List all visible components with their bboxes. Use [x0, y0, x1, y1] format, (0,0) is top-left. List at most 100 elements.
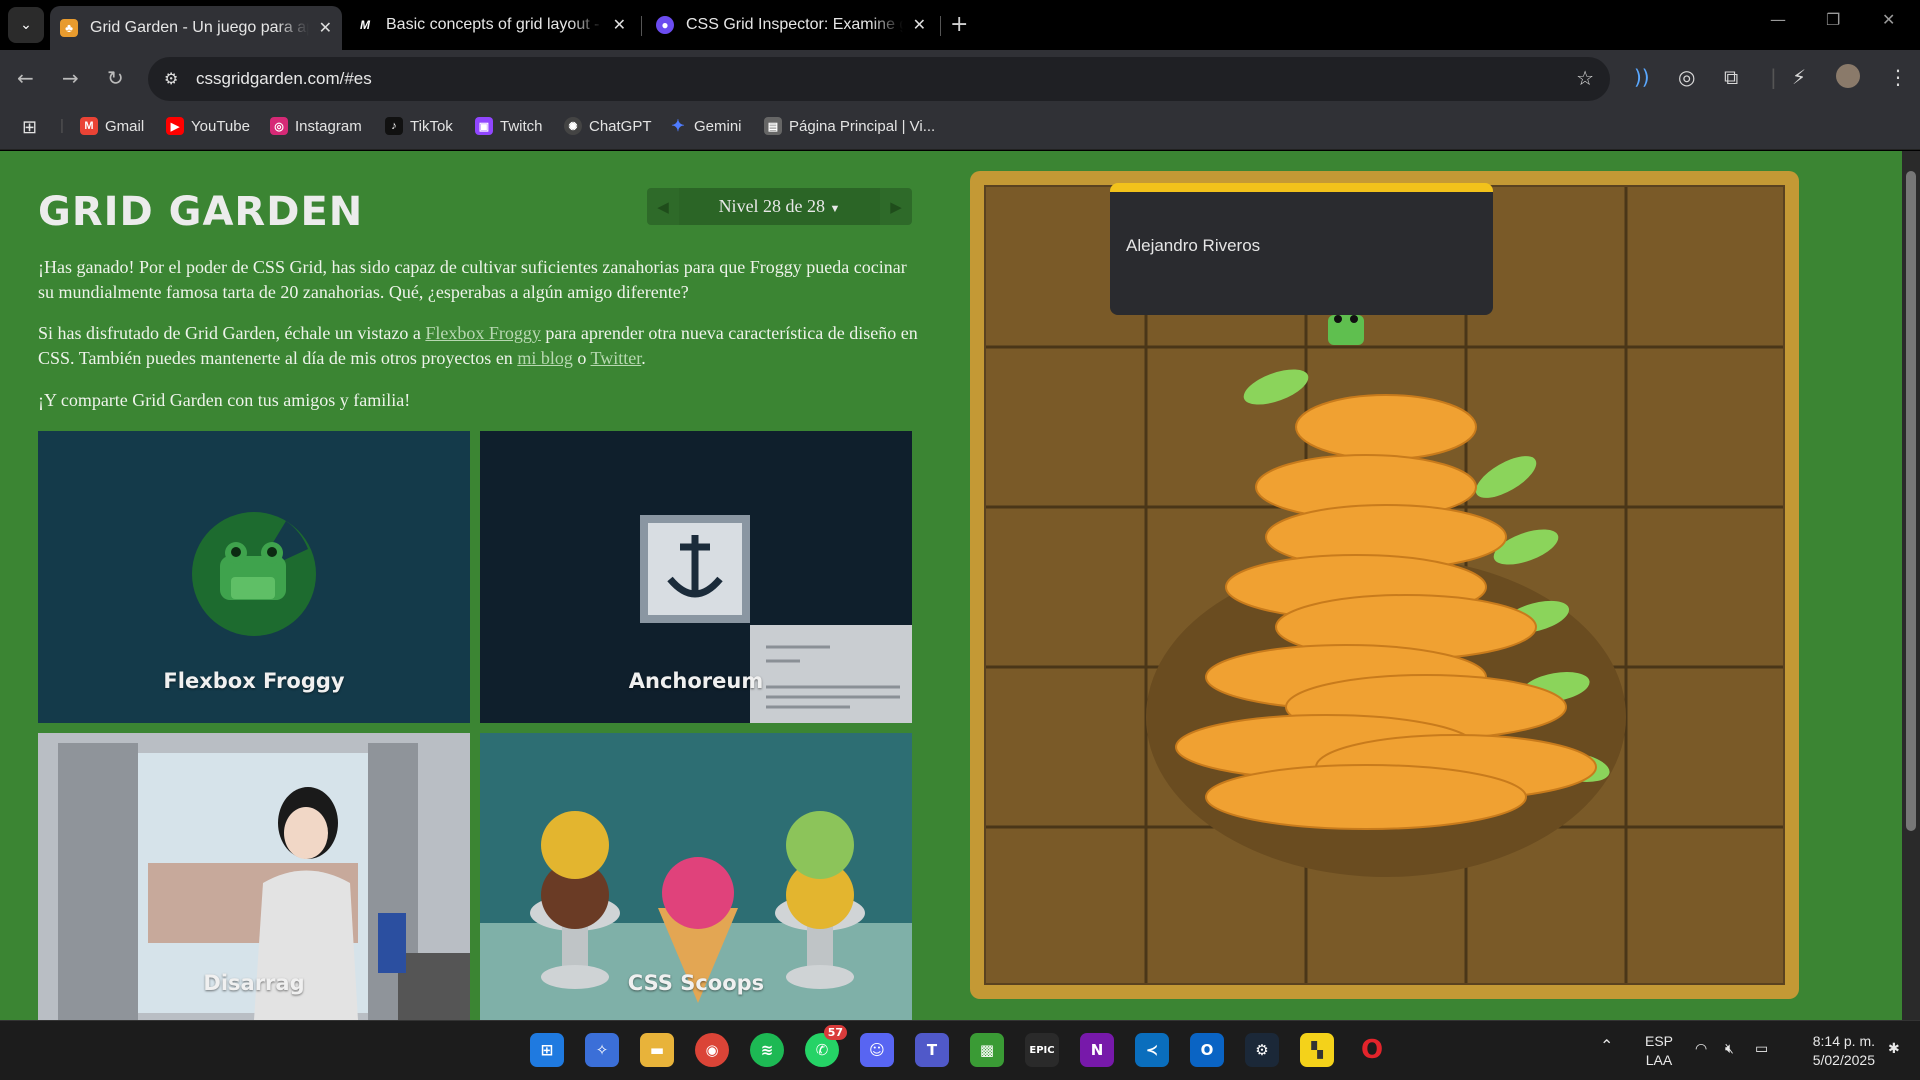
- bookmark-gmail[interactable]: M Gmail: [80, 117, 144, 135]
- profile-popup: Alejandro Riveros: [1110, 183, 1493, 315]
- close-window-button[interactable]: ✕: [1882, 10, 1895, 29]
- tiktok-icon: ♪: [385, 117, 403, 135]
- copilot-icon[interactable]: ✧: [585, 1033, 619, 1067]
- bookmark-twitch[interactable]: ▣ Twitch: [475, 117, 543, 135]
- notifications-icon[interactable]: ✱: [1888, 1039, 1900, 1058]
- minimize-button[interactable]: —: [1770, 10, 1786, 29]
- file-explorer-icon[interactable]: ▬: [640, 1033, 674, 1067]
- epic-games-icon[interactable]: EPIC: [1025, 1033, 1059, 1067]
- promo-paragraph: Si has disfrutado de Grid Garden, échale…: [38, 323, 918, 368]
- teams-icon[interactable]: T: [915, 1033, 949, 1067]
- clock[interactable]: 8:14 p. m. 5/02/2025: [1795, 1032, 1875, 1070]
- minecraft-icon[interactable]: ▩: [970, 1033, 1004, 1067]
- bookmark-instagram[interactable]: ◎ Instagram: [270, 117, 362, 135]
- opera-icon[interactable]: O: [1355, 1033, 1389, 1067]
- avatar[interactable]: [1836, 64, 1860, 88]
- language-indicator[interactable]: ESP LAA: [1645, 1032, 1673, 1070]
- page-icon: ▤: [764, 117, 782, 135]
- new-tab-button[interactable]: +: [950, 12, 968, 37]
- bookmark-chatgpt[interactable]: ✺ ChatGPT: [564, 117, 652, 135]
- twitch-icon: ▣: [475, 117, 493, 135]
- start-windows-icon[interactable]: ⊞: [530, 1033, 564, 1067]
- arrow-left-icon: ←: [17, 66, 34, 90]
- tab-mdn-grid[interactable]: M Basic concepts of grid layout - C ✕: [346, 6, 636, 44]
- gmail-icon: M: [80, 117, 98, 135]
- close-tab-icon[interactable]: ✕: [913, 15, 926, 35]
- extension-glasses-icon[interactable]: ◎: [1678, 65, 1695, 89]
- chrome-icon[interactable]: ◉: [695, 1033, 729, 1067]
- tab-separator: [641, 16, 642, 36]
- bookmark-divider: |: [60, 117, 64, 134]
- bookmark-star-icon[interactable]: ☆: [1576, 66, 1594, 90]
- twitter-link[interactable]: Twitter: [591, 348, 642, 368]
- tray-chevron-icon[interactable]: ⌃: [1600, 1037, 1613, 1056]
- card-css-scoops[interactable]: CSS Scoops: [480, 733, 912, 1020]
- tab-css-grid-inspector[interactable]: ● CSS Grid Inspector: Examine gri ✕: [646, 6, 936, 44]
- site-info-icon[interactable]: ⚙: [164, 69, 178, 88]
- firefox-icon: ●: [656, 16, 674, 34]
- tab-search-button[interactable]: ⌄: [8, 7, 44, 43]
- tab-separator: [940, 16, 941, 36]
- scrollbar-thumb[interactable]: [1906, 171, 1916, 831]
- caret-down-icon: ▼: [829, 203, 841, 215]
- performance-icon[interactable]: ⚡: [1792, 65, 1806, 89]
- prev-level-button[interactable]: ◀: [647, 198, 679, 216]
- forward-button[interactable]: →: [62, 66, 79, 90]
- bookmark-tiktok[interactable]: ♪ TikTok: [385, 117, 453, 135]
- browser-toolbar: ← → ↻ ⚙ cssgridgarden.com/#es ☆ )) ◎ ⧉ |…: [0, 50, 1920, 108]
- gemini-icon: ✦: [671, 118, 685, 135]
- vscode-icon[interactable]: ≺: [1135, 1033, 1169, 1067]
- page-scrollbar[interactable]: [1902, 151, 1920, 1020]
- close-tab-icon[interactable]: ✕: [613, 15, 626, 35]
- chevron-down-icon: ⌄: [20, 17, 32, 33]
- outlook-icon[interactable]: O: [1190, 1033, 1224, 1067]
- next-level-button[interactable]: ▶: [880, 198, 912, 216]
- url-text[interactable]: cssgridgarden.com/#es: [196, 69, 372, 89]
- youtube-icon: ▶: [166, 117, 184, 135]
- mdn-icon: M: [360, 18, 370, 32]
- bookmark-pagina-principal[interactable]: ▤ Página Principal | Vi...: [764, 117, 935, 135]
- bookmark-gemini[interactable]: ✦ Gemini: [669, 117, 741, 136]
- address-bar[interactable]: ⚙ cssgridgarden.com/#es ☆: [148, 57, 1610, 101]
- arrow-right-icon: →: [62, 66, 79, 90]
- discord-icon[interactable]: ☺: [860, 1033, 894, 1067]
- sticky-notes-icon[interactable]: ▚: [1300, 1033, 1334, 1067]
- restore-button[interactable]: ❐: [1826, 10, 1840, 29]
- bookmark-youtube[interactable]: ▶ YouTube: [166, 117, 250, 135]
- whatsapp-icon[interactable]: ✆ 57: [805, 1025, 847, 1067]
- taskbar: ⊞ ✧ ▬ ◉ ≋ ✆ 57 ☺ T ▩ EPIC N ≺ O ⚙ ▚ O ⌃ …: [0, 1020, 1920, 1080]
- chatgpt-icon: ✺: [564, 117, 582, 135]
- blog-link[interactable]: mi blog: [517, 348, 573, 368]
- reload-icon: ↻: [107, 66, 124, 90]
- battery-icon[interactable]: ▭: [1755, 1039, 1768, 1058]
- tab-bar: ⌄ ♣ Grid Garden - Un juego para ap ✕ M B…: [0, 0, 1920, 50]
- onenote-icon[interactable]: N: [1080, 1033, 1114, 1067]
- extensions-puzzle-icon[interactable]: ⧉: [1724, 65, 1738, 89]
- card-disarrag[interactable]: Disarrag: [38, 733, 470, 1020]
- toolbar-divider: |: [1770, 65, 1777, 89]
- volume-muted-icon[interactable]: 🔇︎: [1725, 1039, 1734, 1058]
- reload-button[interactable]: ↻: [107, 66, 124, 90]
- share-message: ¡Y comparte Grid Garden con tus amigos y…: [38, 390, 411, 410]
- page-title: GRID GARDEN: [38, 189, 364, 235]
- close-tab-icon[interactable]: ✕: [319, 18, 332, 38]
- wifi-icon[interactable]: ◠: [1695, 1039, 1707, 1058]
- page-viewport: GRID GARDEN ◀ Nivel 28 de 28 ▼ ▶ ¡Has ga…: [0, 151, 1920, 1020]
- card-flexbox-froggy[interactable]: Flexbox Froggy: [38, 431, 470, 723]
- card-anchoreum[interactable]: Anchoreum: [480, 431, 912, 723]
- win-message: ¡Has ganado! Por el poder de CSS Grid, h…: [38, 257, 907, 302]
- steam-icon[interactable]: ⚙: [1245, 1033, 1279, 1067]
- tab-grid-garden[interactable]: ♣ Grid Garden - Un juego para ap ✕: [50, 6, 342, 50]
- spotify-icon[interactable]: ≋: [750, 1033, 784, 1067]
- bookmarks-bar: ⊞ | M Gmail ▶ YouTube ◎ Instagram ♪ TikTok ▣…: [0, 108, 1920, 150]
- flexbox-froggy-link[interactable]: Flexbox Froggy: [425, 323, 541, 343]
- instagram-icon: ◎: [270, 117, 288, 135]
- back-button[interactable]: ←: [17, 66, 34, 90]
- level-navigator: ◀ Nivel 28 de 28 ▼ ▶: [647, 188, 912, 225]
- read-aloud-icon[interactable]: )): [1634, 65, 1650, 89]
- level-dropdown[interactable]: Nivel 28 de 28 ▼: [679, 188, 880, 225]
- menu-dots-icon[interactable]: ⋮: [1888, 65, 1908, 89]
- apps-grid-icon[interactable]: ⊞: [22, 117, 37, 138]
- whatsapp-badge: 57: [823, 1025, 847, 1040]
- carrot-icon: ♣: [60, 19, 78, 37]
